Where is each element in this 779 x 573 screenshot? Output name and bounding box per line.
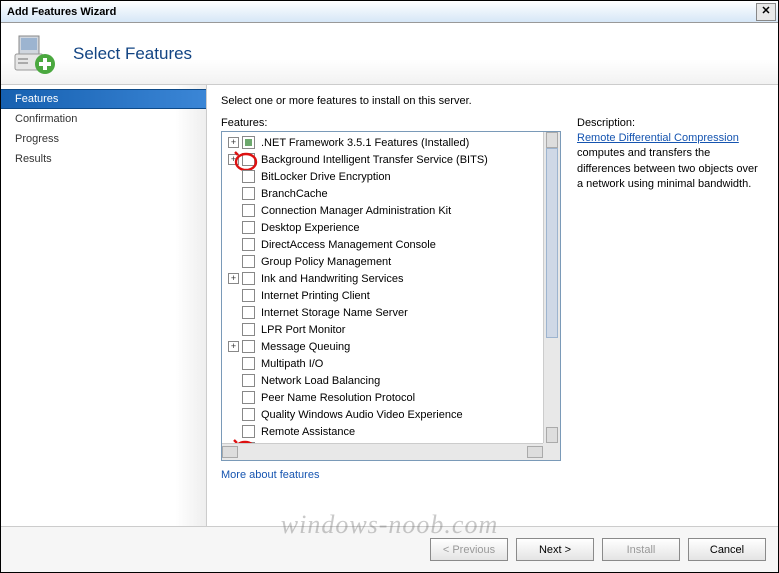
- feature-checkbox[interactable]: [242, 238, 255, 251]
- feature-label: Desktop Experience: [259, 222, 361, 234]
- feature-checkbox[interactable]: [242, 306, 255, 319]
- features-label: Features:: [221, 117, 561, 129]
- feature-checkbox[interactable]: [242, 204, 255, 217]
- feature-label: Group Policy Management: [259, 256, 393, 268]
- feature-checkbox[interactable]: [242, 153, 255, 166]
- feature-label: DirectAccess Management Console: [259, 239, 438, 251]
- feature-row[interactable]: Connection Manager Administration Kit: [224, 202, 558, 219]
- feature-row[interactable]: + .NET Framework 3.5.1 Features (Installe…: [224, 134, 558, 151]
- sidebar-item-confirmation[interactable]: Confirmation: [1, 109, 206, 129]
- feature-row[interactable]: Desktop Experience: [224, 219, 558, 236]
- feature-label: BranchCache: [259, 188, 330, 200]
- feature-checkbox[interactable]: [242, 170, 255, 183]
- feature-checkbox[interactable]: [242, 221, 255, 234]
- feature-label: Multipath I/O: [259, 358, 325, 370]
- title-bar: Add Features Wizard ✕: [1, 1, 778, 23]
- feature-row[interactable]: Remote Assistance: [224, 423, 558, 440]
- feature-label: LPR Port Monitor: [259, 324, 347, 336]
- horizontal-scrollbar[interactable]: [222, 443, 543, 460]
- feature-label: Quality Windows Audio Video Experience: [259, 409, 465, 421]
- window-title: Add Features Wizard: [3, 6, 756, 18]
- expander-icon[interactable]: +: [228, 341, 239, 352]
- cancel-button[interactable]: Cancel: [688, 538, 766, 561]
- wizard-sidebar: FeaturesConfirmationProgressResults: [1, 85, 207, 526]
- description-label: Description:: [577, 117, 764, 129]
- feature-label: Internet Printing Client: [259, 290, 372, 302]
- feature-checkbox[interactable]: [242, 357, 255, 370]
- feature-row[interactable]: Peer Name Resolution Protocol: [224, 389, 558, 406]
- features-tree[interactable]: + .NET Framework 3.5.1 Features (Installe…: [221, 131, 561, 461]
- feature-checkbox[interactable]: [242, 374, 255, 387]
- feature-label: Message Queuing: [259, 341, 352, 353]
- feature-row[interactable]: Group Policy Management: [224, 253, 558, 270]
- feature-label: Connection Manager Administration Kit: [259, 205, 453, 217]
- feature-label: .NET Framework 3.5.1 Features (Installed…: [259, 137, 471, 149]
- feature-checkbox[interactable]: [242, 272, 255, 285]
- description-text: Remote Differential Compression computes…: [577, 131, 764, 193]
- vertical-scrollbar[interactable]: [543, 132, 560, 443]
- feature-checkbox[interactable]: [242, 255, 255, 268]
- feature-row[interactable]: + Background Intelligent Transfer Service…: [224, 151, 558, 168]
- feature-label: Ink and Handwriting Services: [259, 273, 405, 285]
- feature-checkbox[interactable]: [242, 391, 255, 404]
- feature-row[interactable]: BitLocker Drive Encryption: [224, 168, 558, 185]
- feature-row[interactable]: BranchCache: [224, 185, 558, 202]
- feature-checkbox[interactable]: [242, 289, 255, 302]
- expander-icon[interactable]: +: [228, 154, 239, 165]
- sidebar-item-results[interactable]: Results: [1, 149, 206, 169]
- expander-icon[interactable]: +: [228, 460, 239, 461]
- feature-label: Network Load Balancing: [259, 375, 382, 387]
- feature-checkbox[interactable]: [242, 136, 255, 149]
- feature-row[interactable]: DirectAccess Management Console: [224, 236, 558, 253]
- feature-row[interactable]: Internet Storage Name Server: [224, 304, 558, 321]
- sidebar-item-progress[interactable]: Progress: [1, 129, 206, 149]
- description-link[interactable]: Remote Differential Compression: [577, 132, 739, 144]
- feature-checkbox[interactable]: [242, 408, 255, 421]
- instruction-text: Select one or more features to install o…: [221, 95, 764, 107]
- feature-checkbox[interactable]: [242, 425, 255, 438]
- wizard-icon: [13, 32, 57, 76]
- feature-checkbox[interactable]: [242, 340, 255, 353]
- close-button[interactable]: ✕: [756, 3, 776, 21]
- feature-label: Background Intelligent Transfer Service …: [259, 154, 490, 166]
- install-button[interactable]: Install: [602, 538, 680, 561]
- more-about-features-link[interactable]: More about features: [221, 469, 561, 481]
- page-title: Select Features: [57, 44, 192, 64]
- feature-label: Peer Name Resolution Protocol: [259, 392, 417, 404]
- feature-row[interactable]: LPR Port Monitor: [224, 321, 558, 338]
- feature-row[interactable]: Network Load Balancing: [224, 372, 558, 389]
- expander-icon[interactable]: +: [228, 273, 239, 284]
- feature-row[interactable]: + Message Queuing: [224, 338, 558, 355]
- sidebar-item-features[interactable]: Features: [1, 89, 206, 109]
- expander-icon[interactable]: +: [228, 137, 239, 148]
- feature-row[interactable]: Multipath I/O: [224, 355, 558, 372]
- next-button[interactable]: Next >: [516, 538, 594, 561]
- feature-row[interactable]: Quality Windows Audio Video Experience: [224, 406, 558, 423]
- feature-checkbox[interactable]: [242, 187, 255, 200]
- feature-row[interactable]: + Ink and Handwriting Services: [224, 270, 558, 287]
- feature-row[interactable]: Internet Printing Client: [224, 287, 558, 304]
- wizard-footer: < Previous Next > Install Cancel: [1, 526, 778, 572]
- feature-label: Internet Storage Name Server: [259, 307, 410, 319]
- wizard-header: Select Features: [1, 23, 778, 85]
- feature-checkbox[interactable]: [242, 323, 255, 336]
- feature-label: Remote Assistance: [259, 426, 357, 438]
- feature-label: BitLocker Drive Encryption: [259, 171, 393, 183]
- previous-button[interactable]: < Previous: [430, 538, 508, 561]
